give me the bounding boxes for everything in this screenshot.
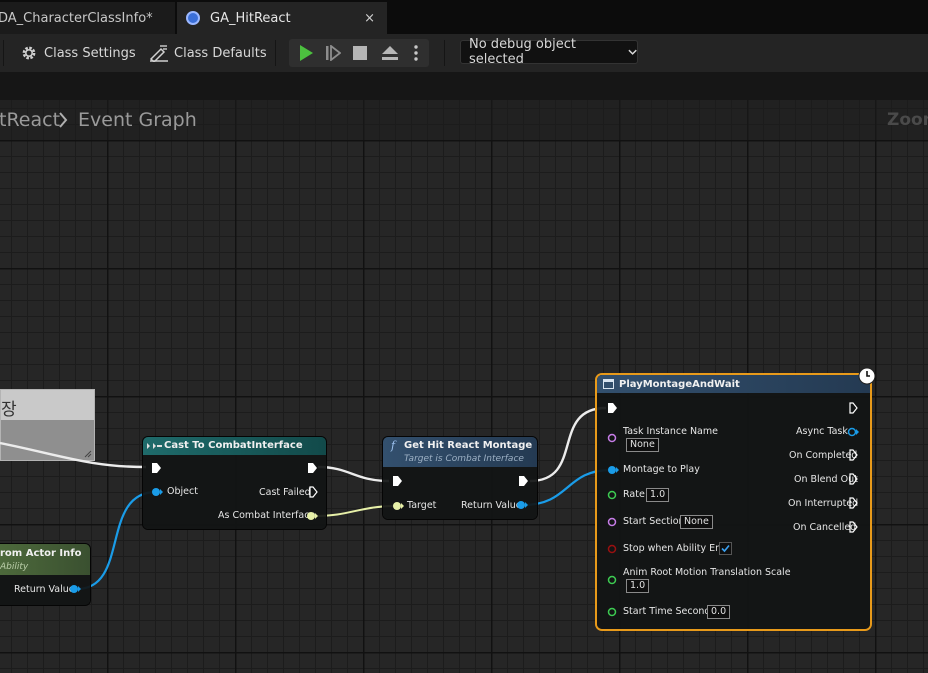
task-icon xyxy=(603,379,614,389)
object-pin-icon[interactable] xyxy=(847,427,859,437)
node-title: rom Actor Info xyxy=(0,548,82,559)
pin-label: On Cancelled xyxy=(793,522,857,533)
pin-label: On Completed xyxy=(789,450,858,461)
name-pin-icon[interactable] xyxy=(607,433,619,443)
exec-out-pin[interactable] xyxy=(307,462,318,474)
pin-label: Rate xyxy=(623,489,645,500)
node-cast-to-combatinterface[interactable]: Cast To CombatInterface Object Cast Fail… xyxy=(143,437,326,529)
node-get-avatar-actor[interactable]: rom Actor Info Ability Return Value xyxy=(0,544,90,605)
pin-label: On Interrupted xyxy=(788,498,859,509)
interface-pin-icon[interactable] xyxy=(306,511,318,521)
checkmark-icon[interactable] xyxy=(719,542,732,555)
node-play-montage-and-wait[interactable]: PlayMontageAndWait Task Instance Name No… xyxy=(597,367,876,629)
exec-out-pin-empty[interactable] xyxy=(849,473,858,485)
object-pin-icon[interactable] xyxy=(607,465,619,475)
pin-label: Start Section xyxy=(623,516,685,527)
pin-label: As Combat Interface xyxy=(218,510,316,521)
pin-label: Start Time Seconds xyxy=(623,606,716,617)
exec-in-pin[interactable] xyxy=(151,462,162,474)
pin-label: Return Value xyxy=(461,500,522,511)
exec-out-pin[interactable] xyxy=(518,475,529,487)
clock-icon xyxy=(858,367,876,385)
object-pin-icon[interactable] xyxy=(516,500,528,510)
anim-root-motion-input[interactable]: 1.0 xyxy=(626,579,650,593)
node-title: Cast To CombatInterface xyxy=(164,440,303,451)
node-title: Get Hit React Montage xyxy=(404,440,533,451)
node-get-hit-react-montage[interactable]: f Get Hit React Montage Target is Combat… xyxy=(383,437,537,519)
pin-label: Async Task xyxy=(796,426,848,437)
rate-input[interactable]: 1.0 xyxy=(646,488,670,502)
object-pin-icon[interactable] xyxy=(69,584,81,594)
function-icon: f xyxy=(391,439,396,452)
node-subtitle: Ability xyxy=(0,562,29,572)
exec-wire xyxy=(317,465,390,483)
exec-out-pin-empty[interactable] xyxy=(309,486,318,498)
pin-label: Montage to Play xyxy=(623,464,700,475)
exec-out-pin-empty[interactable] xyxy=(849,402,858,414)
exec-in-pin[interactable] xyxy=(392,475,403,487)
cast-icon xyxy=(147,443,162,449)
pin-label: Task Instance Name xyxy=(623,426,718,437)
exec-in-pin[interactable] xyxy=(607,402,618,414)
task-instance-name-input[interactable]: None xyxy=(626,438,659,452)
exec-out-pin-empty[interactable] xyxy=(849,497,858,509)
pin-label: Cast Failed xyxy=(259,487,311,498)
interface-pin-icon[interactable] xyxy=(392,501,404,511)
start-time-input[interactable]: 0.0 xyxy=(707,605,731,619)
float-pin-icon[interactable] xyxy=(607,490,619,500)
pin-label: Return Value xyxy=(14,584,75,595)
pin-label: Target xyxy=(407,500,437,511)
start-section-input[interactable]: None xyxy=(680,515,713,529)
name-pin-icon[interactable] xyxy=(607,517,619,527)
pin-label: Stop when Ability Ends xyxy=(623,543,733,554)
pin-label: Anim Root Motion Translation Scale xyxy=(623,567,791,578)
node-subtitle: Target is Combat Interface xyxy=(404,454,524,464)
exec-wire xyxy=(529,406,607,483)
bool-pin-icon[interactable] xyxy=(607,544,619,554)
exec-wire xyxy=(0,441,147,469)
pin-label: Object xyxy=(167,486,198,497)
exec-out-pin-empty[interactable] xyxy=(849,521,858,533)
exec-out-pin-empty[interactable] xyxy=(849,449,858,461)
node-title: PlayMontageAndWait xyxy=(619,379,740,390)
float-pin-icon[interactable] xyxy=(607,607,619,617)
float-pin-icon[interactable] xyxy=(607,575,619,585)
object-pin-icon[interactable] xyxy=(151,487,163,497)
